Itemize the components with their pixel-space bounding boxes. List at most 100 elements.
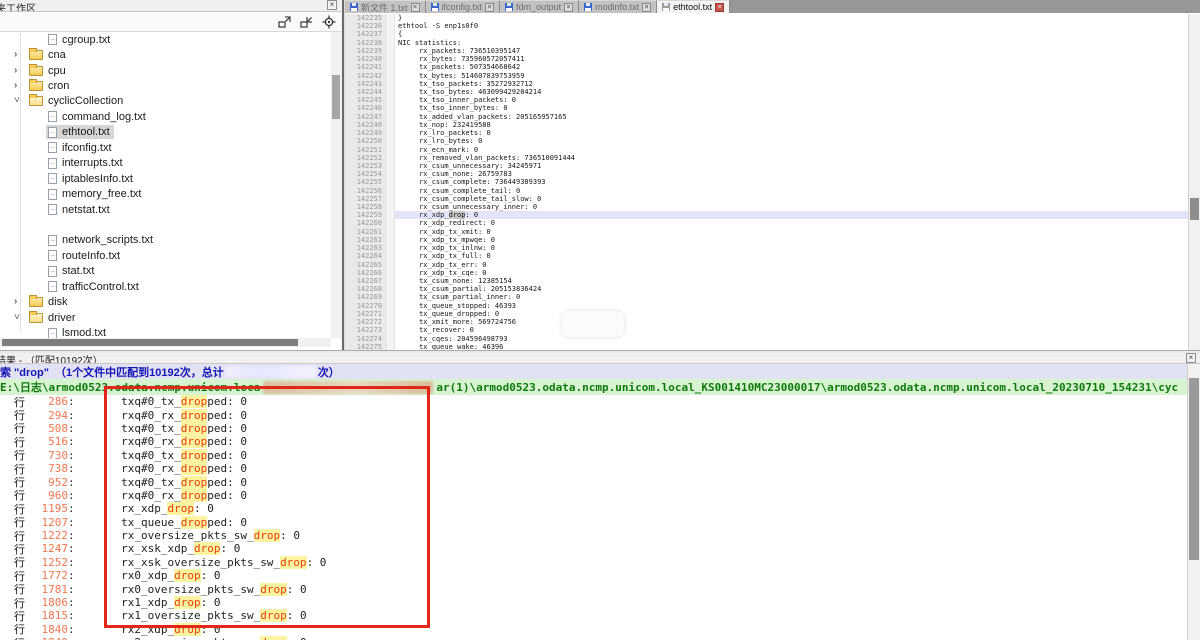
tree-item[interactable]: ifconfig.txt: [0, 140, 331, 155]
editor-line[interactable]: 142252 rx_removed_vlan_packets: 73651009…: [345, 154, 1188, 162]
editor-line[interactable]: 142262 rx_xdp_tx_mpwqe: 0: [345, 236, 1188, 244]
tree-item[interactable]: cpu: [0, 63, 331, 78]
editor-line[interactable]: 142271 tx_queue_dropped: 0: [345, 310, 1188, 318]
editor-line[interactable]: 142255 rx_csum_complete: 736449389393: [345, 178, 1188, 186]
editor-line[interactable]: 142257 rx_csum_complete_tail_slow: 0: [345, 195, 1188, 203]
editor-vertical-scrollbar[interactable]: [1188, 14, 1200, 350]
search-result-row[interactable]: 行 1806 : rx1_xdp_drop: 0: [0, 596, 1187, 609]
tab-close-icon[interactable]: [642, 3, 651, 12]
editor-line[interactable]: 142236 ethtool -S enp1s0f0: [345, 22, 1188, 30]
editor-line[interactable]: 142237 {: [345, 30, 1188, 38]
editor-line[interactable]: 142245 tx_tso_inner_packets: 0: [345, 96, 1188, 104]
tree-item[interactable]: cna: [0, 47, 331, 62]
tab-close-icon[interactable]: [485, 3, 494, 12]
editor-line[interactable]: 142259 rx_xdp_drop: 0: [345, 211, 1188, 219]
search-result-row[interactable]: 行 294 : rxq#0_rx_dropped: 0: [0, 408, 1187, 421]
search-result-row[interactable]: 行 952 : txq#0_tx_dropped: 0: [0, 475, 1187, 488]
find-results-close-button[interactable]: [1186, 353, 1196, 363]
editor-line[interactable]: 142268 tx_csum_partial: 205153836424: [345, 285, 1188, 293]
tree-item[interactable]: memory_free.txt: [0, 186, 331, 201]
search-result-row[interactable]: 行 1781 : rx0_oversize_pkts_sw_drop: 0: [0, 582, 1187, 595]
editor-content[interactable]: 142235 } 142236 ethtool -S enp1s0f0 1422…: [345, 14, 1188, 350]
editor-line[interactable]: 142239 rx_packets: 736510395147: [345, 47, 1188, 55]
search-result-row[interactable]: 行 730 : txq#0_tx_dropped: 0: [0, 449, 1187, 462]
search-result-row[interactable]: 行 960 : rxq#0_rx_dropped: 0: [0, 489, 1187, 502]
tree-expander-icon[interactable]: [14, 50, 27, 60]
editor-line[interactable]: 142253 rx_csum_unnecessary: 34245971: [345, 162, 1188, 170]
tree-item[interactable]: ethtool.txt: [0, 125, 331, 140]
tree-item[interactable]: cgroup.txt: [0, 32, 331, 47]
tree-expander-icon[interactable]: [14, 96, 27, 106]
editor-line[interactable]: 142263 rx_xdp_tx_inlnw: 0: [345, 244, 1188, 252]
editor-vertical-scrollbar-thumb[interactable]: [1190, 198, 1199, 220]
editor-line[interactable]: 142273 tx_recover: 0: [345, 326, 1188, 334]
tree-item[interactable]: lsmod.txt: [0, 325, 331, 338]
tree-item[interactable]: iptablesInfo.txt: [0, 171, 331, 186]
editor-line[interactable]: 142249 rx_lro_packets: 0: [345, 129, 1188, 137]
results-vertical-scrollbar[interactable]: [1187, 364, 1200, 640]
editor-line[interactable]: 142248 tx_nop: 232419588: [345, 121, 1188, 129]
tree-item[interactable]: command_log.txt: [0, 109, 331, 124]
expand-all-icon[interactable]: [277, 16, 292, 29]
editor-line[interactable]: 142238 NIC statistics:: [345, 39, 1188, 47]
editor-line[interactable]: 142264 rx_xdp_tx_full: 0: [345, 252, 1188, 260]
search-result-row[interactable]: 行 1815 : rx1_oversize_pkts_sw_drop: 0: [0, 609, 1187, 622]
editor-line[interactable]: 142246 tx_tso_inner_bytes: 0: [345, 104, 1188, 112]
search-result-row[interactable]: 行 1252 : rx_xsk_oversize_pkts_sw_drop: 0: [0, 556, 1187, 569]
tab-close-icon[interactable]: [715, 3, 724, 12]
tree-expander-icon[interactable]: [14, 66, 27, 76]
editor-line[interactable]: 142251 rx_ecn_mark: 0: [345, 146, 1188, 154]
tab-close-icon[interactable]: [411, 3, 420, 12]
tree-item[interactable]: driver: [0, 310, 331, 325]
tree-item[interactable]: stat.txt: [0, 264, 331, 279]
editor-line[interactable]: 142270 tx_queue_stopped: 46393: [345, 302, 1188, 310]
editor-tab[interactable]: ethtool.txt: [657, 0, 730, 13]
tree-item[interactable]: disk: [0, 294, 331, 309]
workspace-horizontal-scrollbar[interactable]: [0, 338, 331, 347]
editor-line[interactable]: 142241 tx_packets: 507354668642: [345, 63, 1188, 71]
tree-expander-icon[interactable]: [14, 313, 27, 323]
editor-line[interactable]: 142247 tx_added_vlan_packets: 2051659571…: [345, 113, 1188, 121]
search-result-row[interactable]: 行 1772 : rx0_xdp_drop: 0: [0, 569, 1187, 582]
editor-line[interactable]: 142266 rx_xdp_tx_cqe: 0: [345, 269, 1188, 277]
editor-line[interactable]: 142260 rx_xdp_redirect: 0: [345, 219, 1188, 227]
editor-tab[interactable]: fdm_output: [500, 0, 579, 13]
collapse-all-icon[interactable]: [299, 16, 314, 29]
editor-tab[interactable]: ifconfig.txt: [426, 0, 501, 13]
editor-line[interactable]: 142272 tx_xmit_more: 569724756: [345, 318, 1188, 326]
workspace-horizontal-scrollbar-thumb[interactable]: [2, 339, 298, 346]
editor-line[interactable]: 142250 rx_lro_bytes: 0: [345, 137, 1188, 145]
editor-line[interactable]: 142254 rx_csum_none: 26759783: [345, 170, 1188, 178]
tree-item[interactable]: cron: [0, 78, 331, 93]
search-result-row[interactable]: 行 1840 : rx2_xdp_drop: 0: [0, 623, 1187, 636]
search-result-row[interactable]: 行 1207 : tx_queue_dropped: 0: [0, 516, 1187, 529]
search-result-row[interactable]: 行 286 : txq#0_tx_dropped: 0: [0, 395, 1187, 408]
result-file-path-line[interactable]: E:\日志\armod0523.odata.ncmp.unicom.loca a…: [0, 379, 1200, 395]
search-result-row[interactable]: 行 738 : rxq#0_rx_dropped: 0: [0, 462, 1187, 475]
editor-tab[interactable]: modinfo.txt: [579, 0, 657, 13]
search-summary-line[interactable]: 索 "drop" （1个文件中匹配到10192次，总计 次）: [0, 364, 1200, 379]
editor-line[interactable]: 142258 rx_csum_unnecessary_inner: 0: [345, 203, 1188, 211]
tree-expander-icon[interactable]: [14, 81, 27, 91]
tree-item[interactable]: trafficControl.txt: [0, 279, 331, 294]
tree-item[interactable]: network_scripts.txt: [0, 233, 331, 248]
editor-line[interactable]: 142242 tx_bytes: 514607839753959: [345, 72, 1188, 80]
editor-line[interactable]: 142267 tx_csum_none: 12385154: [345, 277, 1188, 285]
tree-item[interactable]: netstat.txt: [0, 202, 331, 217]
workspace-vertical-scrollbar-thumb[interactable]: [332, 75, 340, 119]
editor-line[interactable]: 142240 rx_bytes: 735960572057411: [345, 55, 1188, 63]
results-vertical-scrollbar-thumb[interactable]: [1189, 378, 1199, 560]
editor-line[interactable]: 142275 tx_queue_wake: 46396: [345, 343, 1188, 350]
editor-line[interactable]: 142244 tx_tso_bytes: 463099429284214: [345, 88, 1188, 96]
workspace-vertical-scrollbar[interactable]: [331, 32, 341, 338]
tab-close-icon[interactable]: [564, 3, 573, 12]
tree-item[interactable]: interrupts.txt: [0, 156, 331, 171]
editor-line[interactable]: 142269 tx_csum_partial_inner: 0: [345, 293, 1188, 301]
search-result-row[interactable]: 行 1247 : rx_xsk_xdp_drop: 0: [0, 542, 1187, 555]
editor-tab[interactable]: 新文件 1.txt: [345, 0, 426, 13]
search-result-row[interactable]: 行 508 : txq#0_tx_dropped: 0: [0, 422, 1187, 435]
workspace-close-button[interactable]: [327, 0, 337, 10]
editor-line[interactable]: 142274 tx_cqes: 204596498793: [345, 335, 1188, 343]
search-result-row[interactable]: 行 516 : rxq#0_rx_dropped: 0: [0, 435, 1187, 448]
editor-line[interactable]: 142261 rx_xdp_tx_xmit: 0: [345, 228, 1188, 236]
